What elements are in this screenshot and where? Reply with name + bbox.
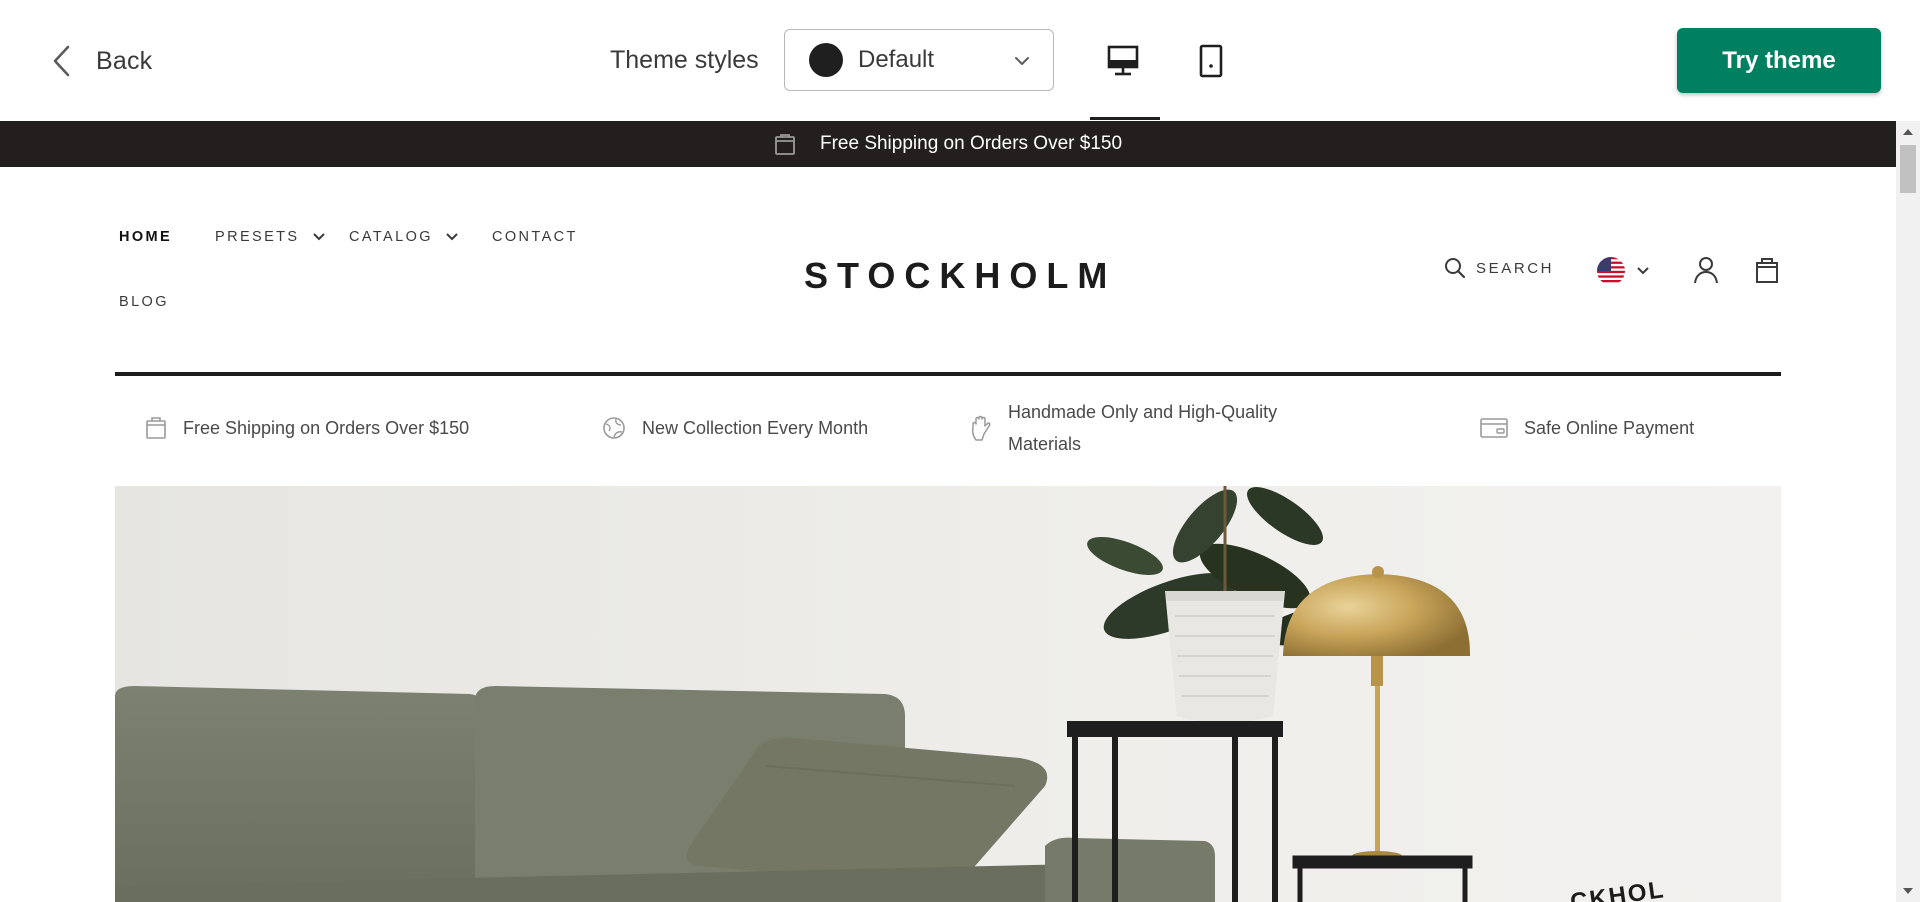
nav-item-home[interactable]: HOME (119, 229, 172, 245)
hero-illustration: CKHOL (115, 486, 1781, 902)
nav-item-catalog[interactable]: CATALOG (349, 229, 459, 245)
store-logo[interactable]: STOCKHOLM (804, 255, 1116, 297)
nav-item-label: CONTACT (492, 229, 578, 245)
feature-item: New Collection Every Month (602, 412, 868, 444)
card-icon (1480, 418, 1508, 438)
cart-button[interactable] (1755, 256, 1779, 289)
chevron-down-icon (446, 233, 458, 241)
feature-text: New Collection Every Month (642, 418, 869, 438)
scroll-down-arrow[interactable] (1903, 888, 1913, 894)
chevron-down-icon (1015, 57, 1029, 65)
hand-icon (971, 415, 991, 441)
nav-item-label: BLOG (119, 294, 169, 310)
bag-icon (146, 417, 166, 439)
nav-item-presets[interactable]: PRESETS (215, 229, 326, 245)
search-icon (1445, 258, 1466, 279)
back-label: Back (96, 46, 153, 75)
desktop-view-button[interactable] (1090, 30, 1160, 120)
globe-icon (603, 417, 625, 439)
mobile-view-button[interactable] (1178, 30, 1244, 92)
chevron-down-icon (1637, 267, 1649, 275)
chevron-down-icon (312, 233, 325, 241)
scroll-thumb[interactable] (1900, 145, 1916, 193)
desktop-icon (1107, 45, 1139, 76)
cart-icon (1756, 258, 1778, 283)
back-button[interactable]: Back (50, 43, 152, 79)
search-label: SEARCH (1476, 259, 1555, 277)
announcement-text: Free Shipping on Orders Over $150 (819, 133, 1123, 154)
try-theme-button[interactable]: Try theme (1677, 28, 1881, 93)
nav-item-contact[interactable]: CONTACT (492, 229, 578, 245)
announcement-bar: Free Shipping on Orders Over $150 (0, 121, 1896, 167)
account-button[interactable] (1693, 256, 1719, 289)
chevron-left-icon (53, 45, 70, 77)
feature-text: Free Shipping on Orders Over $150 (183, 418, 470, 438)
feature-item: Safe Online Payment (1480, 412, 1694, 444)
preview-scrollbar[interactable] (1896, 121, 1920, 902)
store-preview-frame: Free Shipping on Orders Over $150 HOME P… (0, 121, 1920, 902)
theme-style-swatch (809, 43, 843, 77)
search-button[interactable]: SEARCH (1444, 257, 1554, 279)
nav-item-label: HOME (119, 229, 173, 245)
feature-text: Safe Online Payment (1524, 418, 1695, 438)
feature-strip: Free Shipping on Orders Over $150 New Co… (115, 376, 1781, 483)
feature-item: Handmade Only and High-Quality Materials (970, 396, 1330, 460)
bag-icon (775, 134, 795, 155)
mobile-icon (1199, 44, 1223, 78)
nav-item-blog[interactable]: BLOG (119, 294, 169, 310)
scroll-up-arrow[interactable] (1903, 129, 1913, 135)
theme-style-select[interactable]: Default (784, 29, 1054, 91)
feature-text: Handmade Only and High-Quality Materials (1008, 402, 1278, 454)
preview-toolbar: Back Theme styles Default Try theme (0, 0, 1920, 121)
us-flag-icon (1597, 257, 1625, 285)
nav-item-label: CATALOG (349, 229, 433, 245)
theme-styles-label: Theme styles (610, 46, 759, 74)
nav-item-label: PRESETS (215, 229, 300, 245)
hero-image: CKHOL (115, 486, 1781, 902)
country-selector[interactable] (1596, 256, 1650, 286)
theme-style-value: Default (858, 46, 935, 73)
feature-item: Free Shipping on Orders Over $150 (145, 412, 469, 444)
user-icon (1694, 257, 1718, 284)
